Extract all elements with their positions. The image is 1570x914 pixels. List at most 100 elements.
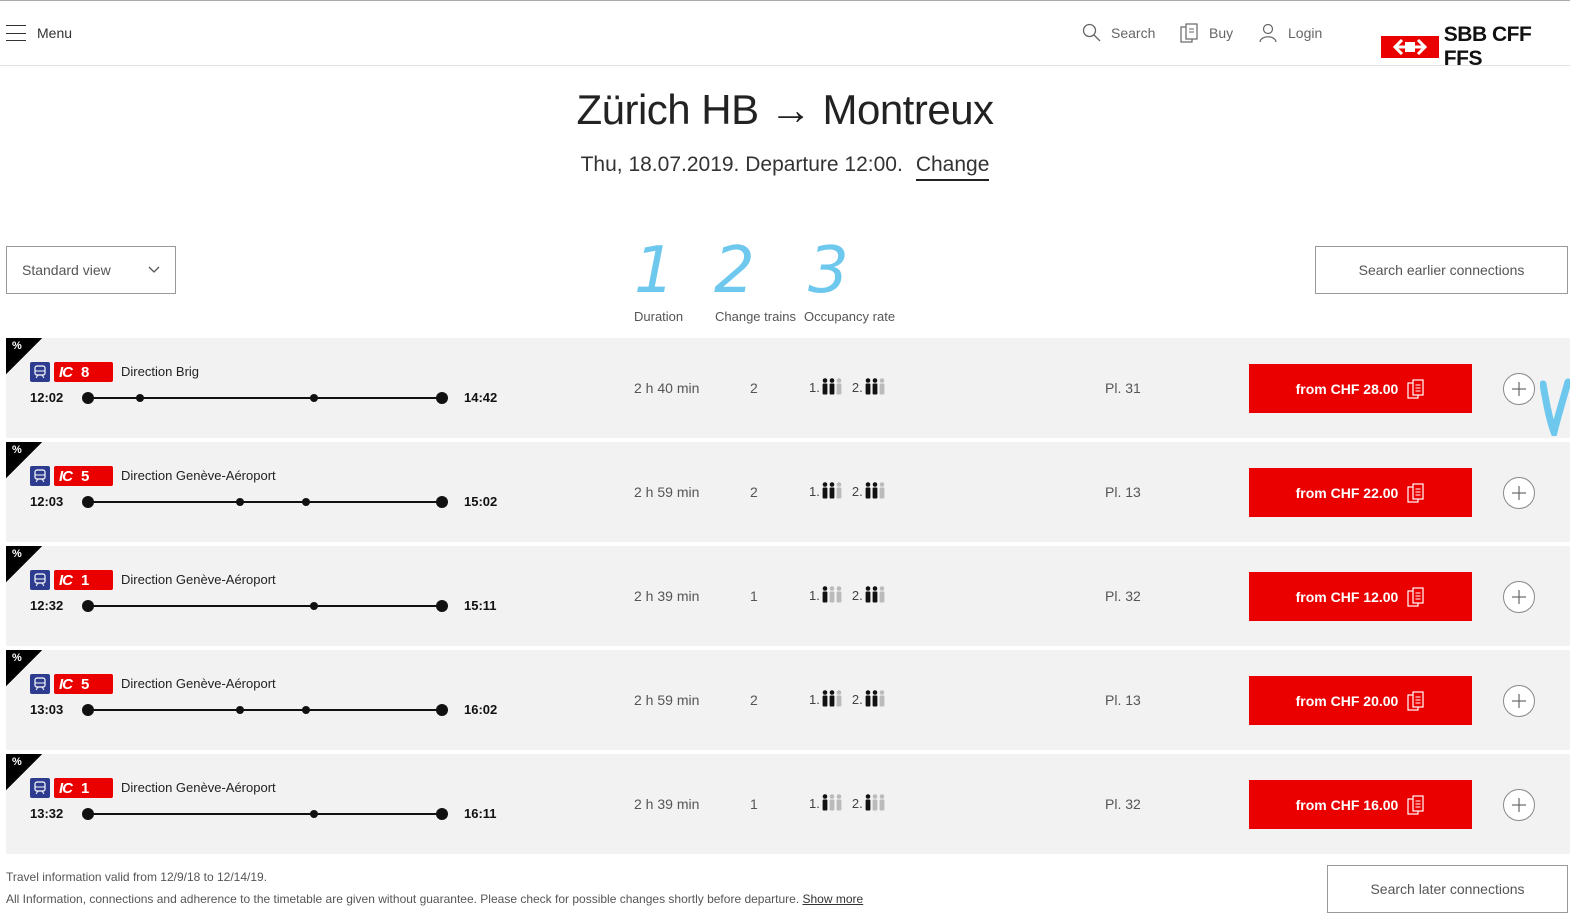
ticket-icon (1407, 586, 1424, 607)
first-class-label: 1. (809, 587, 820, 603)
occupancy-second-class-icon (865, 378, 885, 395)
route-start-dot (82, 808, 94, 820)
connection-row[interactable]: % IC 5 Direction Genève-Aéroport 13:03 1… (6, 650, 1570, 750)
duration-value: 2 h 39 min (634, 796, 700, 812)
menu-button[interactable]: Menu (6, 25, 72, 41)
disclaimer-text: All Information, connections and adheren… (6, 892, 800, 906)
menu-label: Menu (37, 25, 73, 41)
route-line (88, 813, 442, 815)
platform-value: Pl. 32 (1105, 796, 1141, 812)
direction-label: Direction Genève-Aéroport (121, 780, 276, 795)
expand-details-button[interactable] (1503, 581, 1535, 613)
hamburger-icon (6, 25, 26, 41)
search-label: Search (1111, 24, 1156, 41)
plus-icon (1512, 590, 1526, 604)
show-more-link[interactable]: Show more (803, 892, 864, 906)
expand-details-button[interactable] (1503, 685, 1535, 717)
plus-icon (1512, 486, 1526, 500)
occupancy-first-class-icon (822, 482, 842, 499)
view-select[interactable]: Standard view (6, 246, 176, 294)
route-start-dot (82, 704, 94, 716)
intermediate-stop (302, 706, 310, 714)
occupancy-indicator: 1. 2. (809, 378, 887, 396)
buy-ticket-button[interactable]: from CHF 16.00 (1249, 780, 1472, 829)
route-end-dot (436, 392, 448, 404)
connection-row[interactable]: % IC 8 Direction Brig 12:02 14:42 2 h 40… (6, 338, 1570, 438)
buy-ticket-button[interactable]: from CHF 28.00 (1249, 364, 1472, 413)
annotation-2: 2 (714, 234, 755, 302)
second-class-label: 2. (851, 483, 863, 499)
train-line-badge: IC 1 (54, 778, 113, 798)
route-start-dot (82, 392, 94, 404)
buy-button[interactable]: Buy (1180, 23, 1233, 43)
route-start-dot (82, 496, 94, 508)
first-class-label: 1. (809, 483, 820, 499)
intermediate-stop (236, 498, 244, 506)
occupancy-indicator: 1. 2. (809, 794, 887, 812)
change-link[interactable]: Change (915, 153, 990, 181)
arrival-time: 14:42 (464, 390, 498, 405)
occupancy-indicator: 1. 2. (809, 690, 887, 708)
connection-row[interactable]: % IC 1 Direction Genève-Aéroport 13:32 1… (6, 754, 1570, 854)
chevron-down-icon (148, 266, 160, 273)
changes-value: 1 (750, 588, 758, 604)
route-timeline (82, 391, 448, 405)
column-change-trains: Change trains (715, 309, 796, 324)
train-icon (30, 466, 50, 486)
route-end-dot (436, 496, 448, 508)
train-type: IC (59, 363, 73, 381)
arrival-time: 15:02 (464, 494, 498, 509)
changes-value: 2 (750, 692, 758, 708)
connection-row[interactable]: % IC 1 Direction Genève-Aéroport 12:32 1… (6, 546, 1570, 646)
intermediate-stop (310, 394, 318, 402)
sbb-logo[interactable]: SBB CFF FFS (1381, 23, 1570, 71)
discount-percent-icon: % (12, 340, 22, 352)
platform-value: Pl. 31 (1105, 380, 1141, 396)
route-end-dot (436, 704, 448, 716)
train-type: IC (59, 571, 73, 589)
search-icon (1082, 23, 1101, 42)
discount-percent-icon: % (12, 652, 22, 664)
platform-value: Pl. 32 (1105, 588, 1141, 604)
price-label: from CHF 12.00 (1295, 588, 1399, 605)
train-line-badge: IC 8 (54, 362, 113, 382)
train-line-badge: IC 5 (54, 466, 113, 486)
column-occupancy: Occupancy rate (804, 309, 896, 324)
route-timeline (82, 807, 448, 821)
search-button[interactable]: Search (1082, 23, 1155, 42)
buy-ticket-button[interactable]: from CHF 20.00 (1249, 676, 1472, 725)
arrival-time: 16:02 (464, 702, 498, 717)
direction-label: Direction Genève-Aéroport (121, 468, 276, 483)
route-line (88, 605, 442, 607)
occupancy-indicator: 1. 2. (809, 586, 887, 604)
second-class-label: 2. (851, 795, 863, 811)
connection-row[interactable]: % IC 5 Direction Genève-Aéroport 12:03 1… (6, 442, 1570, 542)
train-line-badge: IC 5 (54, 674, 113, 694)
occupancy-first-class-icon (822, 378, 842, 395)
occupancy-first-class-icon (822, 586, 842, 603)
column-duration: Duration (634, 309, 684, 324)
departure-time: 13:32 (30, 806, 64, 821)
departure-time: 12:32 (30, 598, 64, 613)
platform-value: Pl. 13 (1105, 692, 1141, 708)
train-number: 1 (81, 779, 90, 797)
login-button[interactable]: Login (1258, 23, 1322, 43)
expand-details-button[interactable] (1503, 373, 1535, 405)
buy-ticket-button[interactable]: from CHF 12.00 (1249, 572, 1472, 621)
search-later-button[interactable]: Search later connections (1327, 865, 1568, 913)
train-icon (30, 570, 50, 590)
sbb-arrows-icon (1381, 36, 1439, 58)
route-start-dot (82, 600, 94, 612)
intermediate-stop (310, 810, 318, 818)
occupancy-first-class-icon (822, 690, 842, 707)
price-label: from CHF 16.00 (1295, 796, 1399, 813)
buy-ticket-button[interactable]: from CHF 22.00 (1249, 468, 1472, 517)
direction-label: Direction Genève-Aéroport (121, 572, 276, 587)
expand-details-button[interactable] (1503, 477, 1535, 509)
ticket-icon (1407, 482, 1424, 503)
train-number: 8 (81, 363, 90, 381)
first-class-label: 1. (809, 379, 820, 395)
expand-details-button[interactable] (1503, 789, 1535, 821)
search-earlier-button[interactable]: Search earlier connections (1315, 246, 1568, 294)
route-end-dot (436, 600, 448, 612)
